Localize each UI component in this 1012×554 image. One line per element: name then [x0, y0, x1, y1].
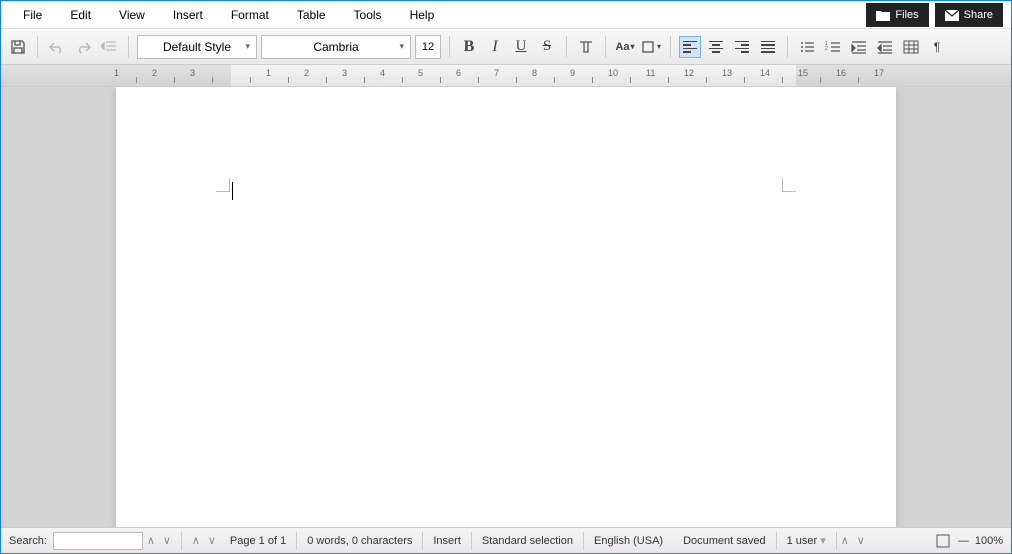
font-name-dropdown[interactable]: Cambria ▾ — [261, 35, 411, 59]
bullet-list-icon[interactable] — [796, 36, 818, 58]
font-name-value: Cambria — [313, 40, 358, 54]
outdent-icon[interactable] — [98, 36, 120, 58]
separator — [181, 532, 182, 550]
toolbar: Default Style ▾ Cambria ▾ 12 B I U S Aa▾… — [1, 29, 1011, 65]
search-next-icon[interactable]: ∨ — [159, 534, 175, 547]
users-status[interactable]: 1 user▾ — [777, 532, 837, 550]
align-center-button[interactable] — [705, 36, 727, 58]
menu-table[interactable]: Table — [283, 2, 340, 28]
font-size-value: 12 — [422, 41, 434, 53]
clear-formatting-icon[interactable] — [575, 36, 597, 58]
highlight-button[interactable]: ▾ — [640, 36, 662, 58]
separator — [449, 36, 450, 58]
svg-text:2: 2 — [825, 46, 828, 52]
find-down-icon[interactable]: ∨ — [204, 534, 220, 547]
separator — [670, 36, 671, 58]
horizontal-ruler[interactable]: 3211234567891011121314151617 — [1, 65, 1011, 87]
number-list-icon[interactable]: 12 — [822, 36, 844, 58]
align-left-button[interactable] — [679, 36, 701, 58]
menu-file[interactable]: File — [9, 2, 56, 28]
margin-corner-top-right — [782, 178, 796, 192]
page[interactable] — [116, 87, 896, 527]
files-label: Files — [895, 9, 918, 21]
separator — [128, 36, 129, 58]
undo-icon[interactable] — [46, 36, 68, 58]
chevron-down-icon: ▾ — [245, 41, 250, 52]
prev-page-icon[interactable]: ∧ — [837, 534, 853, 547]
share-button[interactable]: Share — [935, 3, 1003, 27]
paragraph-marks-icon[interactable]: ¶ — [926, 36, 948, 58]
paragraph-style-value: Default Style — [163, 40, 231, 54]
topright-buttons: Files Share — [866, 3, 1003, 27]
redo-icon[interactable] — [72, 36, 94, 58]
separator — [605, 36, 606, 58]
paragraph-style-dropdown[interactable]: Default Style ▾ — [137, 35, 257, 59]
files-button[interactable]: Files — [866, 3, 928, 27]
font-size-input[interactable]: 12 — [415, 35, 441, 59]
zoom-level[interactable]: 100% — [975, 535, 1003, 547]
character-button[interactable]: Aa▾ — [614, 36, 636, 58]
menu-view[interactable]: View — [105, 2, 159, 28]
separator — [787, 36, 788, 58]
underline-button[interactable]: U — [510, 36, 532, 58]
align-justify-button[interactable] — [757, 36, 779, 58]
italic-button[interactable]: I — [484, 36, 506, 58]
statusbar: Search: ∧ ∨ ∧ ∨ Page 1 of 1 0 words, 0 c… — [1, 527, 1011, 553]
page-status[interactable]: Page 1 of 1 — [220, 532, 297, 550]
find-up-icon[interactable]: ∧ — [188, 534, 204, 547]
indent-increase-icon[interactable] — [848, 36, 870, 58]
next-page-icon[interactable]: ∨ — [853, 534, 869, 547]
separator — [37, 36, 38, 58]
search-label: Search: — [9, 535, 47, 547]
menu-edit[interactable]: Edit — [56, 2, 105, 28]
save-icon[interactable] — [7, 36, 29, 58]
align-right-button[interactable] — [731, 36, 753, 58]
menu-help[interactable]: Help — [396, 2, 449, 28]
search-prev-icon[interactable]: ∧ — [143, 534, 159, 547]
menu-insert[interactable]: Insert — [159, 2, 217, 28]
text-cursor — [232, 182, 233, 200]
separator — [566, 36, 567, 58]
word-count[interactable]: 0 words, 0 characters — [297, 532, 423, 550]
menubar: File Edit View Insert Format Table Tools… — [1, 1, 1011, 29]
margin-corner-top-left — [216, 178, 230, 192]
document-canvas[interactable] — [1, 87, 1011, 527]
share-label: Share — [964, 9, 993, 21]
folder-icon — [876, 9, 890, 21]
indent-decrease-icon[interactable] — [874, 36, 896, 58]
language-status[interactable]: English (USA) — [584, 532, 673, 550]
search-input[interactable] — [53, 532, 143, 550]
zoom-out-icon[interactable]: — — [952, 535, 975, 547]
bold-button[interactable]: B — [458, 36, 480, 58]
strikethrough-button[interactable]: S — [536, 36, 558, 58]
insert-mode[interactable]: Insert — [423, 532, 472, 550]
save-status: Document saved — [673, 532, 777, 550]
menu-tools[interactable]: Tools — [340, 2, 396, 28]
mail-icon — [945, 10, 959, 21]
table-insert-icon[interactable] — [900, 36, 922, 58]
zoom-fit-icon[interactable] — [934, 530, 952, 552]
chevron-down-icon: ▾ — [399, 41, 404, 52]
menu-format[interactable]: Format — [217, 2, 283, 28]
selection-mode[interactable]: Standard selection — [472, 532, 584, 550]
